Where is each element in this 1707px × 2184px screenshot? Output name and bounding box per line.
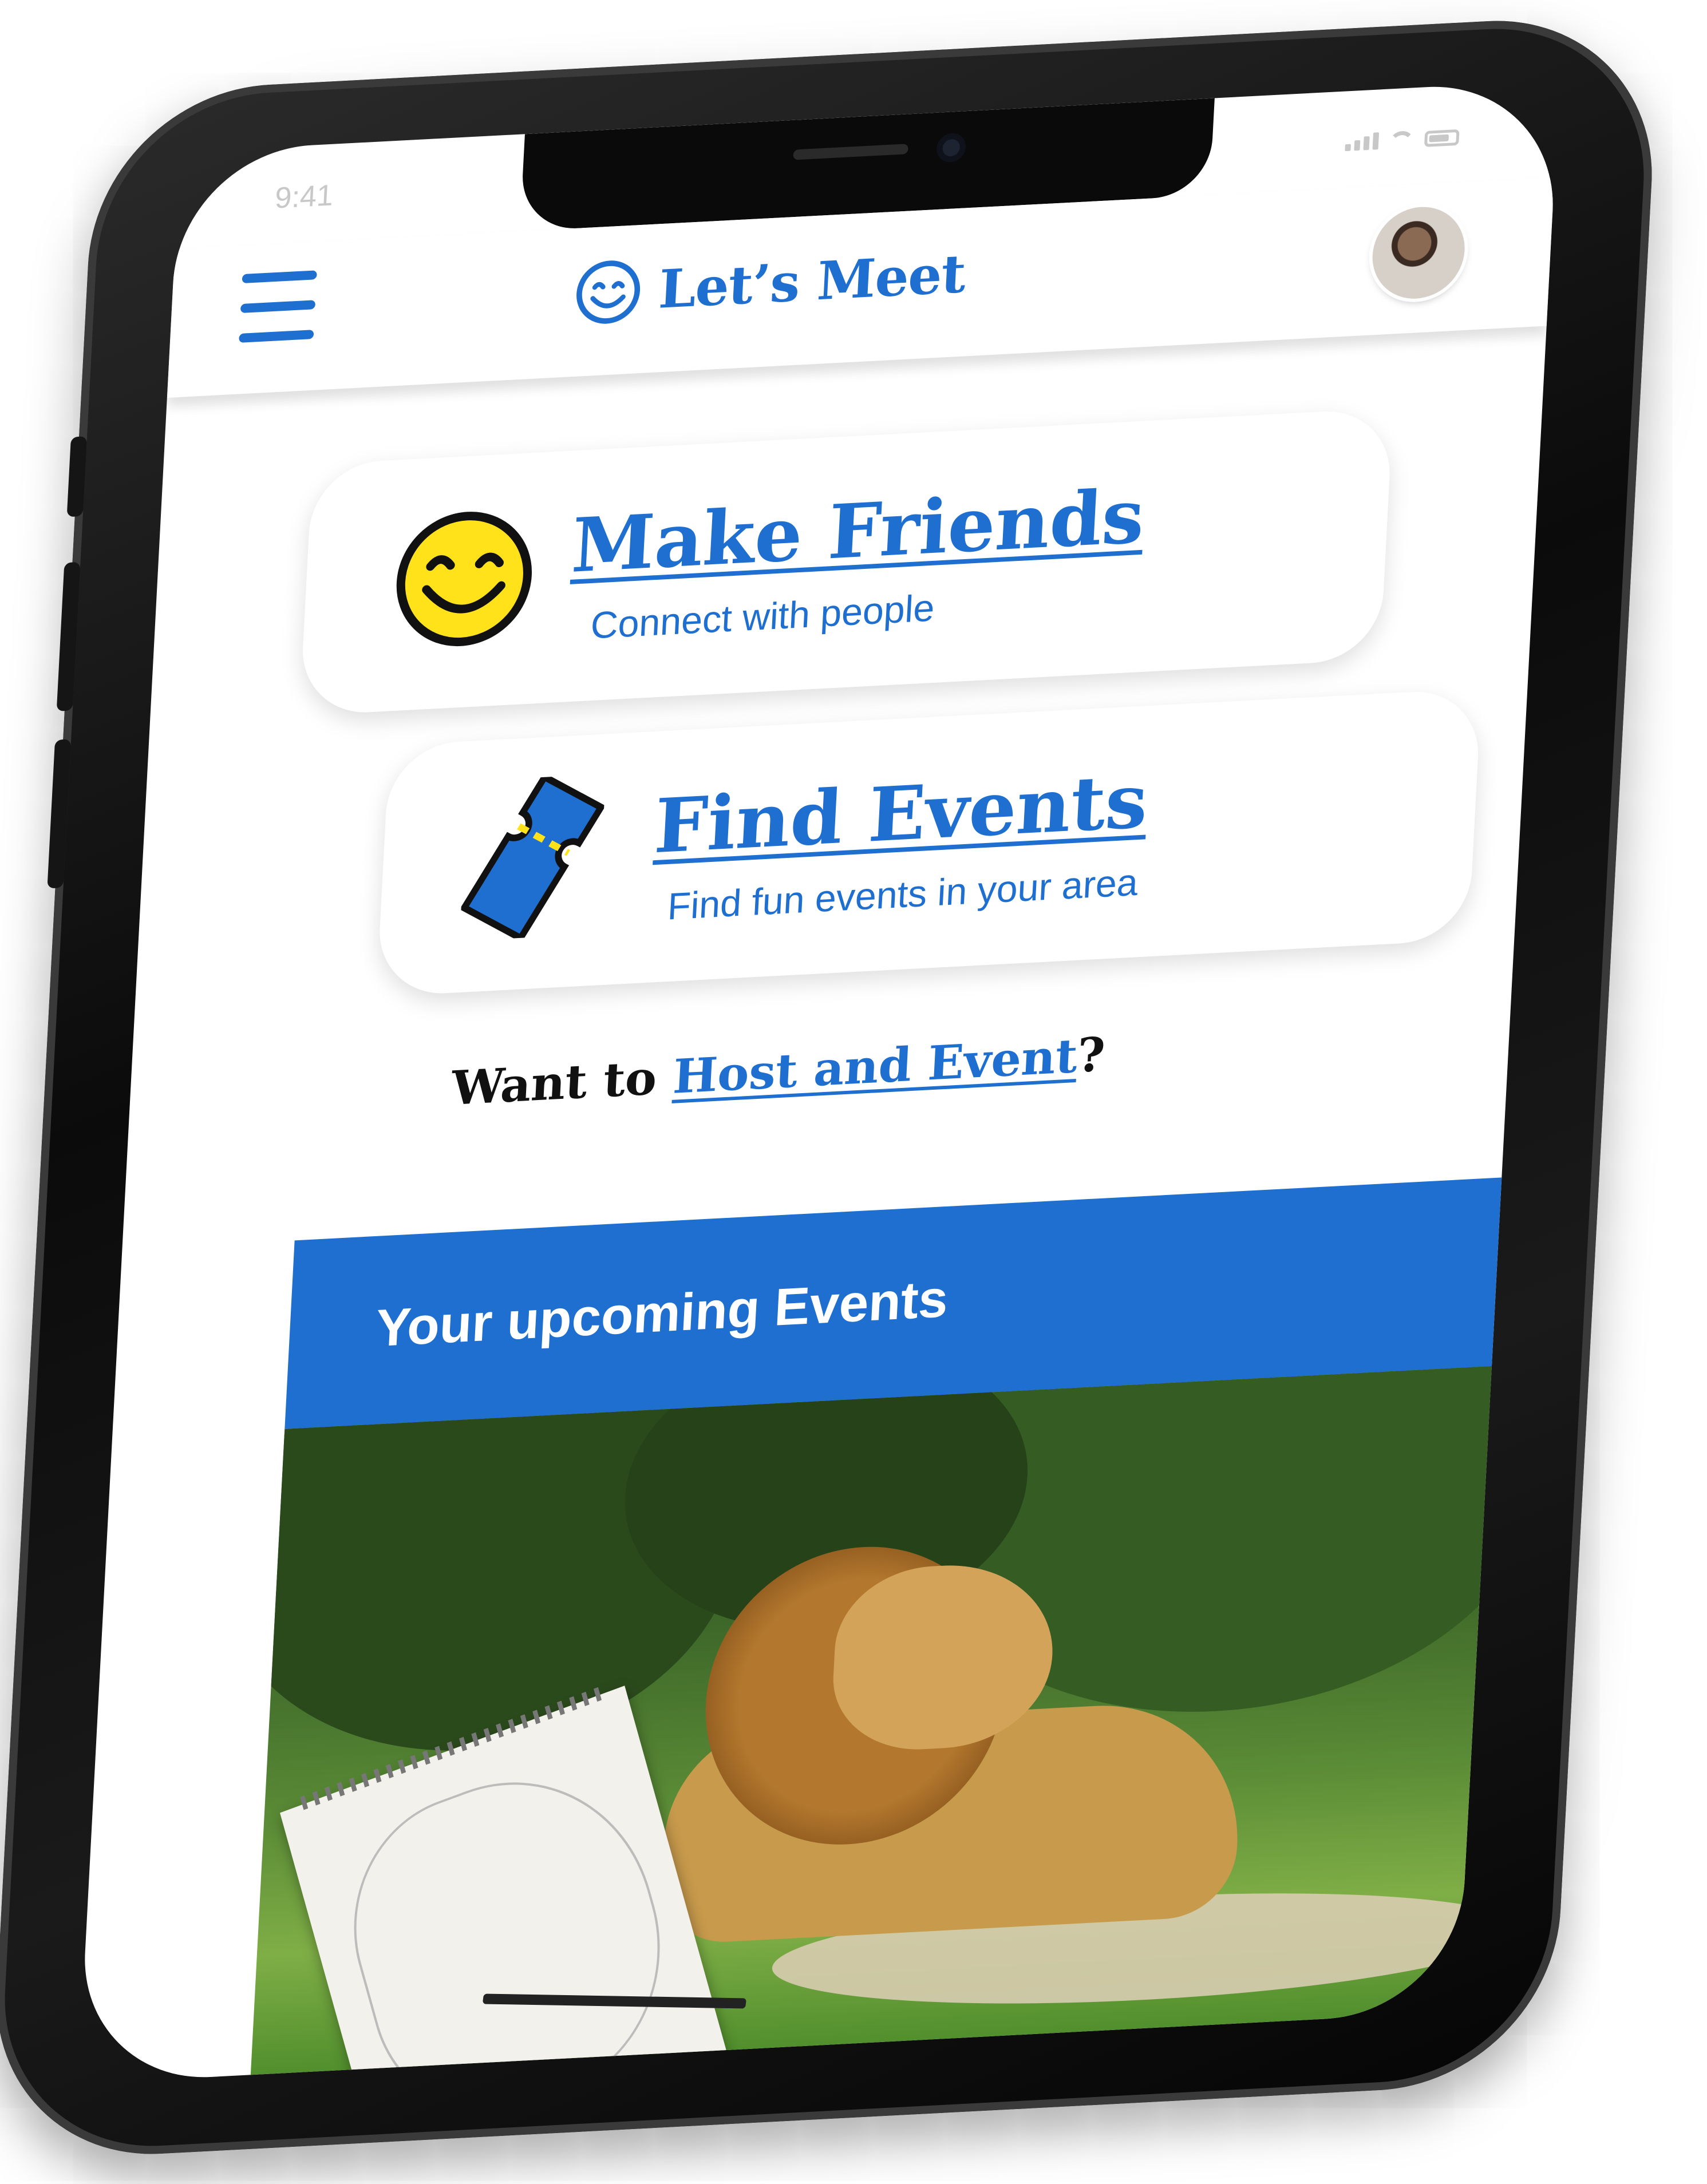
- brand[interactable]: Let’s Meet: [572, 239, 967, 328]
- ticket-icon: [459, 774, 606, 941]
- speaker-grille: [793, 144, 908, 160]
- sketch-drawing: [325, 1739, 693, 2084]
- battery-icon: [1424, 129, 1460, 147]
- make-friends-card[interactable]: Make Friends Connect with people: [299, 407, 1393, 716]
- lion-sketch-pad: [280, 1686, 747, 2084]
- status-time: 9:41: [274, 179, 334, 215]
- smiley-icon: [576, 260, 641, 324]
- host-event-prompt: Want to Host and Event?: [450, 1027, 1106, 1116]
- host-suffix: ?: [1076, 1027, 1107, 1084]
- host-event-link[interactable]: Host and Event: [671, 1028, 1078, 1105]
- upcoming-events-title: Your upcoming Events: [374, 1269, 950, 1358]
- find-events-card[interactable]: Find Events Find fun events in your area: [376, 688, 1482, 997]
- wifi-icon: [1388, 130, 1415, 149]
- phone-mockup: 9:41 Let’s Meet Make Friends Connect wit…: [0, 12, 1661, 2163]
- signal-icon: [1345, 132, 1380, 152]
- avatar[interactable]: [1370, 204, 1467, 301]
- find-events-subtitle: Find fun events in your area: [666, 860, 1139, 928]
- event-image[interactable]: [250, 1366, 1492, 2084]
- front-camera: [936, 132, 967, 163]
- make-friends-link[interactable]: Make Friends: [570, 472, 1147, 589]
- app-name: Let’s Meet: [657, 243, 967, 321]
- make-friends-subtitle: Connect with people: [589, 586, 936, 647]
- status-icons: [1345, 128, 1460, 152]
- hamburger-icon[interactable]: [239, 270, 317, 343]
- phone-screen: 9:41 Let’s Meet Make Friends Connect wit…: [78, 80, 1560, 2084]
- find-events-link[interactable]: Find Events: [653, 757, 1150, 871]
- host-prefix: Want to: [450, 1049, 675, 1116]
- smiley-face-icon: [396, 512, 532, 647]
